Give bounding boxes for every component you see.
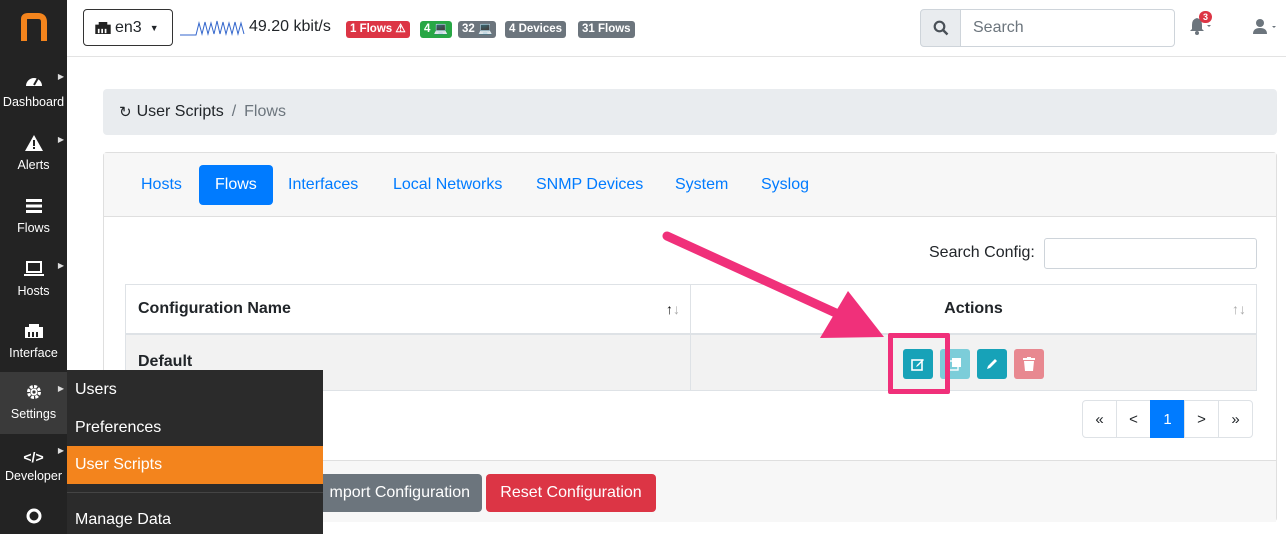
tab-local-networks[interactable]: Local Networks: [377, 165, 518, 205]
local-hosts-badge[interactable]: 4 💻: [420, 21, 452, 38]
menu-item-manage-data[interactable]: Manage Data: [67, 501, 323, 534]
chevron-right-icon: ▶: [57, 384, 64, 393]
ethernet-icon: [95, 21, 111, 34]
menu-item-users[interactable]: Users: [67, 371, 323, 409]
tab-hosts[interactable]: Hosts: [125, 165, 198, 205]
throughput-sparkline: [180, 20, 245, 36]
sidebar-item-flows[interactable]: Flows: [0, 186, 67, 248]
chevron-right-icon: ▶: [57, 72, 64, 81]
sidebar-item-label: Developer: [5, 469, 62, 483]
sidebar-item-hosts[interactable]: ▶ Hosts: [0, 249, 67, 311]
flows-badge[interactable]: 31 Flows: [578, 21, 635, 38]
user-icon: [1253, 19, 1276, 34]
search-config-input[interactable]: [1044, 238, 1257, 269]
delete-config-button[interactable]: [1014, 348, 1044, 379]
page-current[interactable]: 1: [1150, 400, 1185, 438]
tab-flows[interactable]: Flows: [199, 165, 273, 205]
chevron-down-icon: ▼: [149, 22, 159, 33]
tab-snmp-devices[interactable]: SNMP Devices: [520, 165, 659, 205]
sidebar: ▶ Dashboard ▶ Alerts Flows ▶ Hosts Inter…: [0, 0, 67, 534]
import-configuration-button[interactable]: mport Configuration: [311, 474, 482, 512]
card-header-tabs: Hosts Flows Interfaces Local Networks SN…: [104, 153, 1276, 217]
user-menu[interactable]: [1252, 18, 1280, 41]
interface-name: en3: [115, 18, 142, 36]
annotation-highlight-box: [888, 333, 950, 394]
search-icon: [933, 20, 948, 36]
clone-icon: [948, 357, 961, 371]
breadcrumb-user-scripts[interactable]: User Scripts: [137, 103, 224, 121]
chevron-right-icon: ▶: [57, 261, 64, 270]
sidebar-item-label: Alerts: [17, 158, 50, 172]
rename-config-button[interactable]: [977, 348, 1007, 379]
tab-interfaces[interactable]: Interfaces: [272, 165, 374, 205]
sidebar-item-dashboard[interactable]: ▶ Dashboard: [0, 60, 67, 122]
sidebar-item-label: Dashboard: [2, 95, 65, 109]
sidebar-item-help[interactable]: [0, 496, 67, 534]
chevron-right-icon: ▶: [57, 135, 64, 144]
column-header-configuration-name[interactable]: Configuration Name ↑↓: [125, 284, 691, 335]
devices-badge[interactable]: 4 Devices: [505, 21, 567, 38]
refresh-icon: ↻: [119, 104, 132, 121]
page-next-button[interactable]: >: [1184, 400, 1219, 438]
reset-configuration-button[interactable]: Reset Configuration: [486, 474, 656, 512]
sidebar-item-label: Settings: [10, 407, 57, 421]
tab-system[interactable]: System: [659, 165, 744, 205]
chevron-right-icon: ▶: [57, 446, 64, 455]
search-button[interactable]: [920, 9, 961, 47]
flow-alerts-badge[interactable]: 1 Flows ⚠: [346, 21, 410, 38]
throughput-value: 49.20 kbit/s: [249, 18, 331, 35]
tab-syslog[interactable]: Syslog: [745, 165, 825, 205]
sidebar-item-developer[interactable]: ▶ </> Developer: [0, 434, 67, 496]
interface-selector[interactable]: en3 ▼: [83, 9, 173, 46]
pagination: « < 1 > »: [1082, 400, 1253, 438]
ethernet-icon: [0, 323, 67, 345]
lifebuoy-icon: [0, 508, 67, 530]
menu-divider: [67, 492, 323, 493]
sidebar-item-alerts[interactable]: ▶ Alerts: [0, 123, 67, 185]
laptop-icon: 💻: [433, 23, 448, 35]
notification-count-badge: 3: [1199, 11, 1213, 23]
warning-icon: ⚠: [395, 23, 406, 35]
breadcrumb-current: Flows: [244, 103, 286, 120]
column-header-actions[interactable]: Actions ↑↓: [690, 284, 1257, 335]
laptop-icon: 💻: [478, 23, 493, 35]
sidebar-item-settings[interactable]: ▶ Settings: [0, 372, 67, 434]
search-input[interactable]: [960, 9, 1175, 47]
ntopng-logo[interactable]: [0, 0, 67, 56]
sort-icon: ↑↓: [666, 301, 680, 317]
sidebar-item-label: Flows: [17, 221, 50, 235]
breadcrumb-separator: /: [231, 103, 237, 120]
menu-item-preferences[interactable]: Preferences: [67, 409, 323, 447]
page-first-button[interactable]: «: [1082, 400, 1117, 438]
list-icon: [0, 198, 67, 220]
logo-icon: [20, 13, 47, 41]
sidebar-item-label: Hosts: [17, 284, 50, 298]
trash-icon: [1023, 356, 1035, 371]
page-last-button[interactable]: »: [1218, 400, 1253, 438]
breadcrumb: ↻ User Scripts / Flows: [103, 89, 1277, 135]
menu-item-user-scripts[interactable]: User Scripts: [67, 446, 323, 484]
sidebar-item-interface[interactable]: Interface: [0, 311, 67, 373]
actions-cell: [690, 333, 1257, 391]
sidebar-item-label: Interface: [9, 346, 58, 360]
settings-dropdown-menu: Users Preferences User Scripts Manage Da…: [67, 370, 323, 534]
remote-hosts-badge[interactable]: 32 💻: [458, 21, 497, 38]
page-prev-button[interactable]: <: [1116, 400, 1151, 438]
top-navbar: en3 ▼ 49.20 kbit/s 1 Flows ⚠ 4 💻 32 💻 4 …: [67, 0, 1286, 57]
sort-icon: ↑↓: [1232, 301, 1246, 317]
search-config-label: Search Config:: [929, 244, 1035, 261]
pencil-icon: [987, 358, 997, 369]
